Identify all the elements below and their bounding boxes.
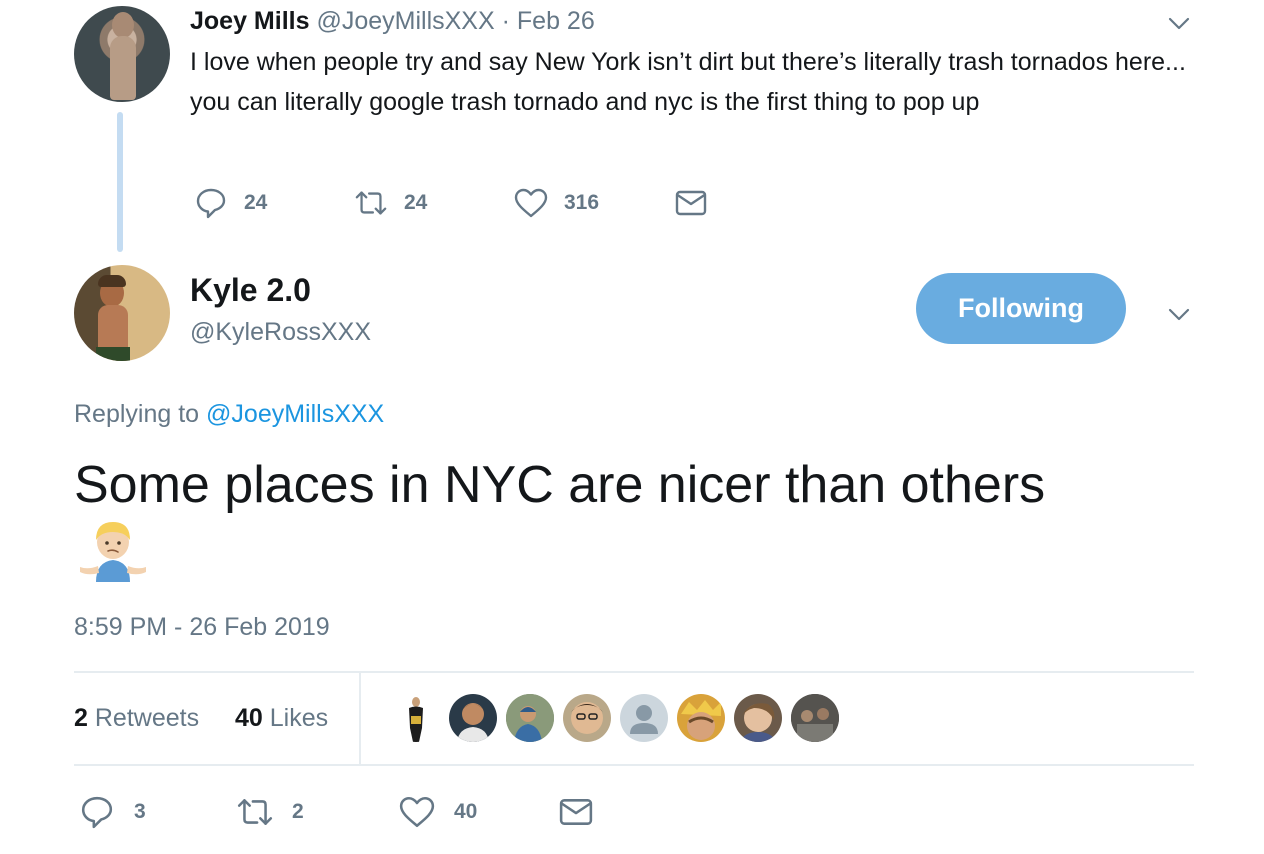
thread-connector — [117, 112, 123, 252]
tweet-text: Some places in NYC are nicer than others — [74, 456, 1046, 514]
avatar-joey-mills[interactable] — [74, 6, 170, 102]
like-button[interactable]: 40 — [398, 793, 477, 831]
likes-stat-label: Likes — [269, 704, 329, 732]
liker-avatar[interactable] — [563, 694, 611, 742]
author-name[interactable]: Kyle 2.0 — [190, 272, 311, 309]
retweet-icon — [354, 186, 388, 220]
retweet-icon — [236, 793, 274, 831]
like-button[interactable]: 316 — [514, 186, 599, 220]
heart-icon — [398, 793, 436, 831]
following-button[interactable]: Following — [916, 273, 1126, 344]
likes-stat-count: 40 — [235, 704, 263, 732]
likes-stat[interactable]: 40 Likes — [235, 704, 328, 733]
replying-to: Replying to @JoeyMillsXXX — [74, 400, 384, 429]
reply-button[interactable]: 3 — [78, 793, 146, 831]
tweet-timestamp[interactable]: 8:59 PM - 26 Feb 2019 — [74, 613, 330, 642]
author-name[interactable]: Joey Mills — [190, 7, 310, 35]
envelope-icon — [674, 186, 708, 220]
default-avatar[interactable] — [620, 694, 668, 742]
liker-avatar[interactable] — [506, 694, 554, 742]
direct-message-button[interactable] — [674, 186, 708, 220]
divider — [74, 764, 1194, 766]
reply-button[interactable]: 24 — [194, 186, 267, 220]
replying-prefix: Replying to — [74, 400, 200, 428]
retweet-count: 2 — [292, 800, 304, 823]
liker-avatar[interactable] — [392, 694, 440, 742]
meta-separator: · — [501, 7, 510, 35]
avatar-kyle[interactable] — [74, 265, 170, 361]
parent-tweet-text: I love when people try and say New York … — [190, 48, 1186, 116]
liker-avatar[interactable] — [734, 694, 782, 742]
parent-tweet-header: Joey Mills @JoeyMillsXXX · Feb 26 — [190, 6, 595, 36]
reply-count: 3 — [134, 800, 146, 823]
divider — [359, 673, 361, 765]
retweets-stat-label: Retweets — [94, 704, 200, 732]
chevron-down-icon[interactable] — [1168, 12, 1190, 34]
chevron-down-icon[interactable] — [1168, 303, 1190, 325]
tweet-date[interactable]: Feb 26 — [517, 7, 595, 35]
reply-icon — [78, 793, 116, 831]
retweet-button[interactable]: 24 — [354, 186, 427, 220]
author-handle[interactable]: @JoeyMillsXXX — [316, 7, 494, 35]
person-shrugging-emoji — [78, 516, 148, 584]
author-handle[interactable]: @KyleRossXXX — [190, 318, 371, 347]
like-count: 40 — [454, 800, 478, 823]
retweets-stat[interactable]: 2 Retweets — [74, 704, 199, 733]
liker-avatar[interactable] — [791, 694, 839, 742]
divider — [74, 671, 1194, 673]
heart-icon — [514, 186, 548, 220]
reply-count: 24 — [244, 191, 268, 214]
liker-avatar[interactable] — [677, 694, 725, 742]
liker-avatars — [392, 694, 839, 742]
replying-handle-link[interactable]: @JoeyMillsXXX — [206, 400, 384, 428]
retweets-stat-count: 2 — [74, 704, 88, 732]
liker-avatar[interactable] — [449, 694, 497, 742]
retweet-count: 24 — [404, 191, 428, 214]
reply-icon — [194, 186, 228, 220]
direct-message-button[interactable] — [557, 793, 595, 831]
envelope-icon — [557, 793, 595, 831]
like-count: 316 — [564, 191, 600, 214]
retweet-button[interactable]: 2 — [236, 793, 304, 831]
